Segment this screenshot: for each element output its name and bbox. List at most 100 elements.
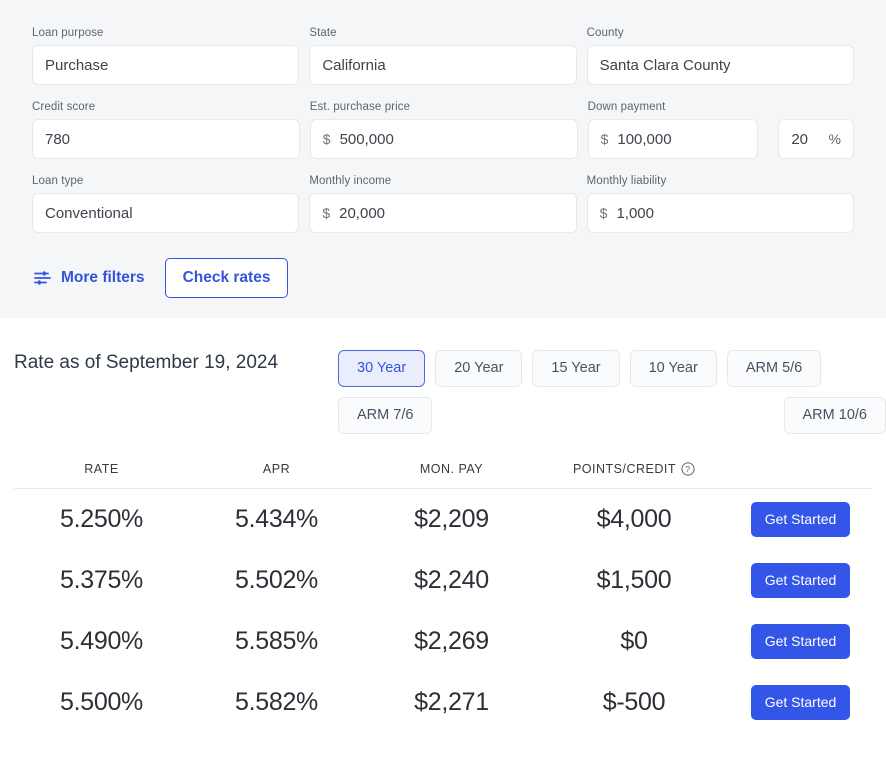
value-est-purchase-price: 500,000 bbox=[339, 130, 394, 148]
column-header-points-credit: POINTS/CREDIT ? bbox=[539, 462, 729, 476]
cell-rate: 5.490% bbox=[60, 627, 143, 655]
column-header-apr: APR bbox=[262, 462, 291, 476]
cell-points-credit: $0 bbox=[620, 627, 648, 655]
input-loan-purpose[interactable]: Purchase bbox=[32, 45, 300, 85]
tab-30-year[interactable]: 30 Year bbox=[338, 350, 426, 387]
tab-arm-10-6[interactable]: ARM 10/6 bbox=[783, 397, 886, 434]
label-credit-score: Credit score bbox=[32, 101, 96, 113]
input-down-payment-percent[interactable]: 20 % bbox=[778, 119, 854, 159]
cell-rate: 5.375% bbox=[60, 566, 143, 594]
field-down-payment-percent: 20 % bbox=[778, 119, 854, 159]
cell-apr: 5.434% bbox=[235, 505, 318, 533]
value-down-payment-percent: 20 bbox=[791, 130, 809, 148]
table-row: 5.250% 5.434% $2,209 $4,000 Get Started bbox=[14, 489, 872, 550]
label-monthly-income: Monthly income bbox=[309, 175, 392, 187]
rates-table: RATE APR MON. PAY POINTS/CREDIT ? 5.250%… bbox=[0, 462, 886, 733]
field-loan-type: Loan type Conventional bbox=[32, 174, 300, 233]
value-down-payment: 100,000 bbox=[617, 130, 672, 148]
input-credit-score[interactable]: 780 bbox=[32, 119, 300, 159]
currency-symbol: $ bbox=[322, 131, 331, 147]
input-monthly-income[interactable]: $ 20,000 bbox=[309, 193, 577, 233]
field-monthly-liability: Monthly liability $ 1,000 bbox=[586, 174, 854, 233]
get-started-button[interactable]: Get Started bbox=[750, 623, 851, 660]
cell-monthly-payment: $2,269 bbox=[414, 627, 489, 655]
table-row: 5.375% 5.502% $2,240 $1,500 Get Started bbox=[14, 550, 872, 611]
value-county: Santa Clara County bbox=[599, 56, 731, 74]
label-loan-purpose: Loan purpose bbox=[32, 27, 104, 39]
label-down-payment: Down payment bbox=[587, 101, 666, 113]
tab-arm-7-6[interactable]: ARM 7/6 bbox=[338, 397, 433, 434]
field-state: State California bbox=[309, 26, 577, 85]
cell-monthly-payment: $2,209 bbox=[414, 505, 489, 533]
value-loan-type: Conventional bbox=[45, 204, 133, 222]
cell-apr: 5.582% bbox=[235, 688, 318, 716]
cell-action: Get Started bbox=[729, 562, 872, 599]
currency-symbol: $ bbox=[600, 131, 609, 147]
get-started-button[interactable]: Get Started bbox=[750, 684, 851, 721]
cell-action: Get Started bbox=[729, 501, 872, 538]
field-credit-score: Credit score 780 bbox=[32, 100, 300, 159]
label-est-purchase-price: Est. purchase price bbox=[309, 101, 411, 113]
label-monthly-liability: Monthly liability bbox=[586, 175, 667, 187]
value-monthly-liability: 1,000 bbox=[616, 204, 654, 222]
cell-action: Get Started bbox=[729, 623, 872, 660]
currency-symbol: $ bbox=[599, 205, 608, 221]
sliders-icon bbox=[34, 271, 52, 285]
filter-row-2: Credit score 780 Est. purchase price $ 5… bbox=[0, 100, 886, 159]
cell-points-credit: $-500 bbox=[602, 688, 666, 716]
rate-as-of-label: Rate as of September 19, 2024 bbox=[14, 352, 279, 373]
value-credit-score: 780 bbox=[45, 130, 71, 148]
field-est-purchase-price: Est. purchase price $ 500,000 bbox=[309, 100, 578, 159]
cell-monthly-payment: $2,271 bbox=[414, 688, 489, 716]
table-row: 5.490% 5.585% $2,269 $0 Get Started bbox=[14, 611, 872, 672]
filter-actions: More filters Check rates bbox=[0, 248, 886, 298]
cell-action: Get Started bbox=[729, 684, 872, 721]
input-est-purchase-price[interactable]: $ 500,000 bbox=[309, 119, 578, 159]
filter-row-1: Loan purpose Purchase State California C… bbox=[0, 26, 886, 85]
filter-row-3: Loan type Conventional Monthly income $ … bbox=[0, 174, 886, 233]
loan-term-tabs: 30 Year 20 Year 15 Year 10 Year ARM 5/6 … bbox=[338, 350, 886, 434]
input-state[interactable]: California bbox=[309, 45, 577, 85]
cell-rate: 5.250% bbox=[60, 505, 143, 533]
label-state: State bbox=[309, 27, 337, 39]
cell-monthly-payment: $2,240 bbox=[414, 566, 489, 594]
column-header-rate: RATE bbox=[84, 462, 119, 476]
field-monthly-income: Monthly income $ 20,000 bbox=[309, 174, 577, 233]
loan-filter-panel: Loan purpose Purchase State California C… bbox=[0, 0, 886, 318]
svg-text:?: ? bbox=[685, 464, 690, 474]
get-started-button[interactable]: Get Started bbox=[750, 501, 851, 538]
field-down-payment: Down payment $ 100,000 bbox=[587, 100, 759, 159]
tab-10-year[interactable]: 10 Year bbox=[629, 350, 717, 387]
check-rates-button[interactable]: Check rates bbox=[164, 258, 289, 298]
table-row: 5.500% 5.582% $2,271 $-500 Get Started bbox=[14, 672, 872, 733]
value-state: California bbox=[322, 56, 386, 74]
input-county[interactable]: Santa Clara County bbox=[586, 45, 854, 85]
value-monthly-income: 20,000 bbox=[339, 204, 386, 222]
rates-section: Rate as of September 19, 2024 30 Year 20… bbox=[0, 318, 886, 733]
column-header-monthly-payment: MON. PAY bbox=[419, 462, 484, 476]
help-circle-icon[interactable]: ? bbox=[681, 462, 695, 476]
get-started-button[interactable]: Get Started bbox=[750, 562, 851, 599]
cell-apr: 5.502% bbox=[235, 566, 318, 594]
tab-arm-5-6[interactable]: ARM 5/6 bbox=[726, 350, 822, 387]
label-loan-type: Loan type bbox=[32, 175, 84, 187]
cell-points-credit: $1,500 bbox=[596, 566, 672, 594]
input-down-payment[interactable]: $ 100,000 bbox=[587, 119, 759, 159]
field-loan-purpose: Loan purpose Purchase bbox=[32, 26, 300, 85]
more-filters-label: More filters bbox=[61, 268, 145, 286]
tab-15-year[interactable]: 15 Year bbox=[532, 350, 620, 387]
label-county: County bbox=[586, 27, 624, 39]
tab-20-year[interactable]: 20 Year bbox=[435, 350, 523, 387]
column-header-points-credit-label: POINTS/CREDIT bbox=[572, 462, 677, 476]
currency-symbol: $ bbox=[322, 205, 331, 221]
cell-apr: 5.585% bbox=[235, 627, 318, 655]
percent-symbol: % bbox=[828, 131, 841, 147]
input-loan-type[interactable]: Conventional bbox=[32, 193, 300, 233]
cell-rate: 5.500% bbox=[60, 688, 143, 716]
cell-points-credit: $4,000 bbox=[596, 505, 672, 533]
rates-table-header: RATE APR MON. PAY POINTS/CREDIT ? bbox=[14, 462, 872, 489]
value-loan-purpose: Purchase bbox=[45, 56, 109, 74]
input-monthly-liability[interactable]: $ 1,000 bbox=[586, 193, 854, 233]
more-filters-button[interactable]: More filters bbox=[32, 261, 147, 295]
rates-header: Rate as of September 19, 2024 30 Year 20… bbox=[0, 318, 886, 434]
